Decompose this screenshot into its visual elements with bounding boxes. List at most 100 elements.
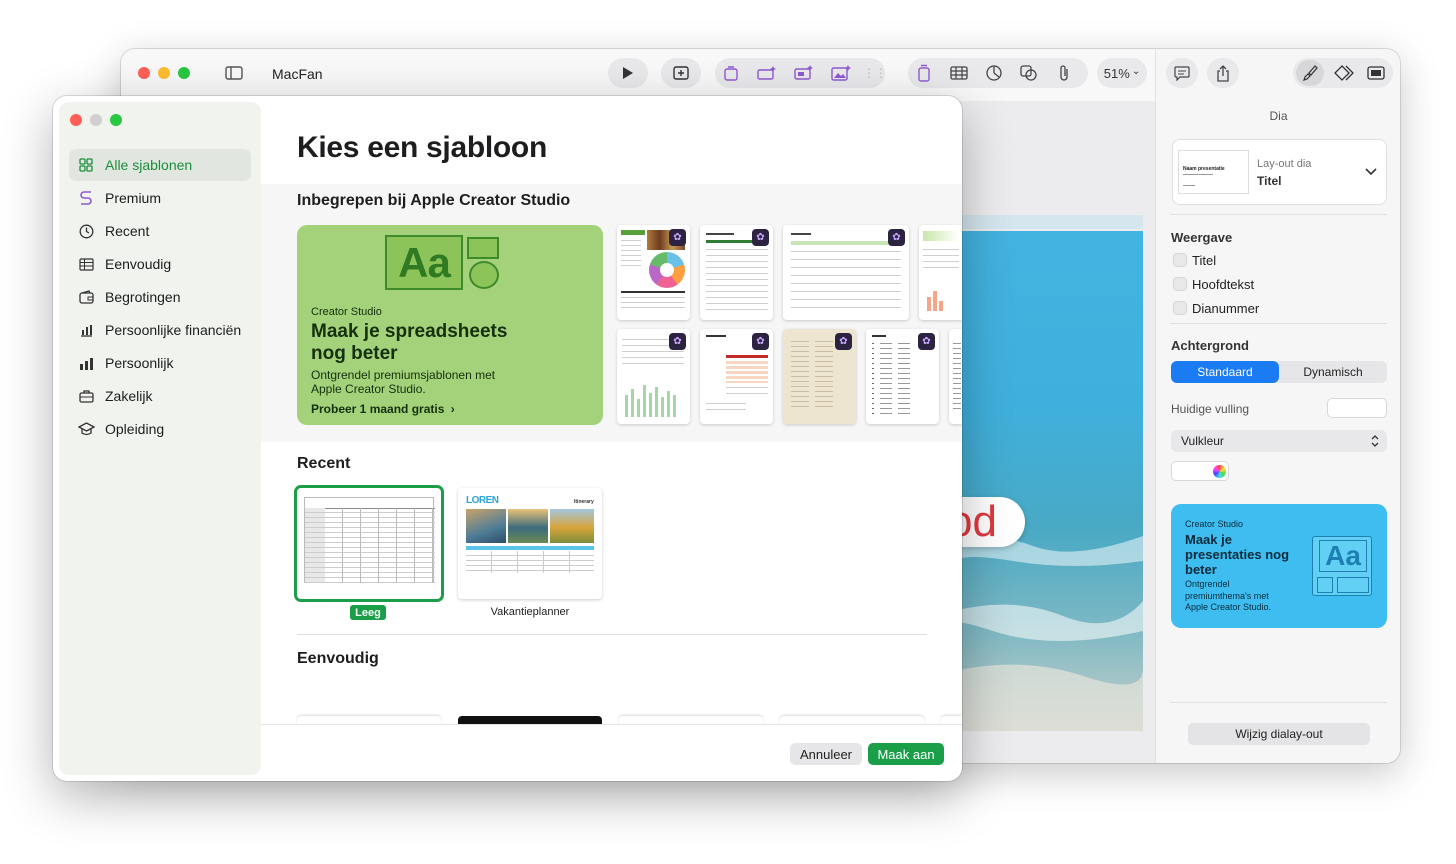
animate-tab-icon[interactable] bbox=[1332, 61, 1356, 85]
add-slide-icon bbox=[673, 66, 689, 80]
premium-icon bbox=[77, 189, 95, 207]
slide-layout-picker[interactable]: Naam presentatie Lay-out dia Titel bbox=[1172, 139, 1387, 205]
chart-icon[interactable] bbox=[982, 61, 1006, 85]
weergave-heading: Weergave bbox=[1171, 230, 1233, 245]
sidebar-item-recent[interactable]: Recent bbox=[69, 215, 251, 247]
sidebar-item-label: Opleiding bbox=[105, 421, 165, 437]
layout-thumbnail: Naam presentatie bbox=[1178, 150, 1249, 194]
divider bbox=[1170, 702, 1387, 703]
segment-standaard[interactable]: Standaard bbox=[1171, 361, 1279, 383]
table-icon bbox=[77, 255, 95, 273]
premium-template-thumb[interactable]: ✿ bbox=[783, 329, 856, 424]
premium-badge-icon: ✿ bbox=[669, 229, 686, 246]
promo-title-line2: nog beter bbox=[311, 343, 398, 364]
eenvoudig-section-title: Eenvoudig bbox=[297, 650, 379, 667]
premium-template-thumb[interactable]: ✿ bbox=[866, 329, 939, 424]
minimize-window-button[interactable] bbox=[90, 114, 102, 126]
zoom-value: 51% bbox=[1103, 65, 1130, 81]
premium-template-thumb[interactable]: ✿ bbox=[617, 225, 690, 320]
sidebar-item-alle-sjablonen[interactable]: Alle sjablonen bbox=[69, 149, 251, 181]
template-thumb-partial[interactable] bbox=[941, 716, 962, 724]
slide-beach-image[interactable] bbox=[953, 231, 1143, 731]
keynote-toolbar: MacFan ⋮⋮ 51% ⌄ bbox=[121, 49, 1155, 101]
sidebar-toggle-icon[interactable] bbox=[222, 61, 246, 85]
segment-dynamisch[interactable]: Dynamisch bbox=[1279, 361, 1387, 383]
premium-template-thumb[interactable] bbox=[919, 225, 962, 320]
magic-layout-icon[interactable] bbox=[755, 61, 779, 85]
premium-template-thumb[interactable]: ✿ bbox=[700, 329, 773, 424]
zoom-window-button[interactable] bbox=[178, 67, 190, 79]
checkbox-label: Titel bbox=[1192, 253, 1217, 268]
numbers-promo-card[interactable]: Aa Creator Studio Maak je spreadsheets n… bbox=[297, 225, 603, 425]
template-thumb-partial[interactable] bbox=[458, 716, 602, 724]
template-leeg[interactable] bbox=[294, 485, 444, 602]
sidebar-item-premium[interactable]: Premium bbox=[69, 182, 251, 214]
inspector-panel: Dia Naam presentatie Lay-out dia Titel W… bbox=[1155, 49, 1400, 763]
premium-template-thumb[interactable] bbox=[949, 329, 962, 424]
chart-bars-icon bbox=[77, 354, 95, 372]
fill-type-select[interactable]: Vulkleur bbox=[1171, 430, 1387, 452]
color-wheel-icon[interactable] bbox=[1213, 465, 1226, 478]
sidebar-item-persoonlijke-financien[interactable]: Persoonlijke financiën bbox=[69, 314, 251, 346]
document-tab-icon[interactable] bbox=[1364, 61, 1388, 85]
close-window-button[interactable] bbox=[70, 114, 82, 126]
template-vakantieplanner[interactable]: LOREN Itinerary bbox=[458, 488, 602, 599]
comment-icon bbox=[1174, 65, 1190, 81]
format-tab[interactable] bbox=[1296, 60, 1324, 86]
comment-button[interactable] bbox=[1166, 58, 1198, 88]
creator-studio-promo-card[interactable]: Creator Studio Maak je presentaties nog … bbox=[1171, 504, 1387, 628]
checkbox-hoofdtekst[interactable] bbox=[1173, 277, 1187, 291]
sidebar-item-begrotingen[interactable]: Begrotingen bbox=[69, 281, 251, 313]
template-chooser-window: Alle sjablonen Premium Recent Eenvoudig … bbox=[53, 96, 962, 781]
template-thumb-partial[interactable] bbox=[619, 716, 763, 724]
shape-icon[interactable] bbox=[1017, 61, 1041, 85]
color-well[interactable] bbox=[1171, 461, 1229, 481]
mini-chart-icon bbox=[469, 261, 499, 289]
paperclip-icon[interactable] bbox=[1052, 61, 1076, 85]
template-thumb-partial[interactable] bbox=[297, 716, 441, 724]
template-thumb-partial[interactable] bbox=[780, 716, 924, 724]
paintbrush-icon bbox=[1303, 65, 1318, 81]
cancel-button[interactable]: Annuleer bbox=[790, 743, 862, 765]
finance-icon bbox=[77, 321, 95, 339]
create-button[interactable]: Maak aan bbox=[868, 743, 944, 765]
edit-slide-layout-button[interactable]: Wijzig dialay-out bbox=[1188, 723, 1370, 745]
play-button[interactable] bbox=[608, 58, 648, 88]
premium-template-thumb[interactable]: ✿ bbox=[617, 329, 690, 424]
magic-edit-icon[interactable] bbox=[719, 61, 743, 85]
sidebar-item-label: Persoonlijke financiën bbox=[105, 322, 242, 338]
sidebar-item-opleiding[interactable]: Opleiding bbox=[69, 413, 251, 445]
zoom-select[interactable]: 51% ⌄ bbox=[1097, 58, 1147, 88]
sidebar-item-eenvoudig[interactable]: Eenvoudig bbox=[69, 248, 251, 280]
zoom-window-button[interactable] bbox=[110, 114, 122, 126]
sidebar-item-zakelijk[interactable]: Zakelijk bbox=[69, 380, 251, 412]
magic-image-icon[interactable] bbox=[829, 61, 853, 85]
share-button[interactable] bbox=[1207, 58, 1239, 88]
try-free-link[interactable]: Probeer 1 maand gratis › bbox=[311, 402, 455, 416]
sidebar-item-label: Zakelijk bbox=[105, 388, 153, 404]
premium-template-thumb[interactable]: ✿ bbox=[700, 225, 773, 320]
magic-text-icon[interactable] bbox=[792, 61, 816, 85]
checkbox-titel[interactable] bbox=[1173, 253, 1187, 267]
grid-icon bbox=[77, 156, 95, 174]
text-box-icon[interactable] bbox=[912, 61, 936, 85]
dotted-grid-icon[interactable]: ⋮⋮ bbox=[863, 61, 887, 85]
aa-spreadsheet-icon: Aa bbox=[385, 235, 463, 290]
try-free-label: Probeer 1 maand gratis bbox=[311, 402, 445, 416]
keynote-aa-icon: Aa bbox=[1312, 536, 1372, 596]
chevron-right-icon: › bbox=[450, 402, 455, 416]
template-label-selected: Leeg bbox=[350, 605, 386, 620]
sidebar-item-persoonlijk[interactable]: Persoonlijk bbox=[69, 347, 251, 379]
sidebar-item-label: Premium bbox=[105, 190, 162, 206]
divider bbox=[297, 634, 927, 635]
add-slide-button[interactable] bbox=[661, 58, 701, 88]
minimize-window-button[interactable] bbox=[158, 67, 170, 79]
premium-template-thumb[interactable]: ✿ bbox=[783, 225, 909, 320]
table-icon[interactable] bbox=[947, 61, 971, 85]
chevron-down-icon bbox=[1365, 168, 1377, 176]
achtergrond-heading: Achtergrond bbox=[1171, 338, 1249, 353]
current-fill-swatch[interactable] bbox=[1327, 398, 1387, 418]
blank-sheet-preview bbox=[304, 497, 435, 583]
checkbox-dianummer[interactable] bbox=[1173, 301, 1187, 315]
close-window-button[interactable] bbox=[138, 67, 150, 79]
